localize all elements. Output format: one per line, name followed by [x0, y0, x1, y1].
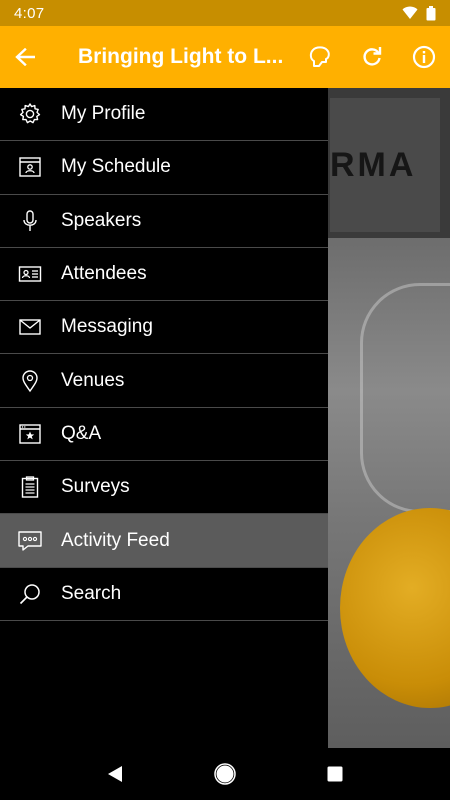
drawer-item-my-schedule[interactable]: My Schedule [0, 141, 328, 195]
nav-back-button[interactable] [85, 748, 145, 800]
drawer-item-surveys[interactable]: Surveys [0, 461, 328, 515]
navigation-drawer: My Profile My Schedule Speakers Attendee… [0, 88, 328, 748]
drawer-item-search[interactable]: Search [0, 568, 328, 621]
drawer-item-label: My Schedule [61, 156, 171, 178]
back-triangle-icon [108, 766, 122, 782]
drawer-item-messaging[interactable]: Messaging [0, 301, 328, 355]
feedback-button[interactable] [294, 26, 346, 88]
wifi-icon [402, 6, 418, 19]
home-circle-icon [214, 763, 236, 785]
nav-home-button[interactable] [195, 748, 255, 800]
status-icons [402, 5, 436, 21]
chat-bubble-icon [0, 514, 60, 567]
drawer-item-attendees[interactable]: Attendees [0, 248, 328, 302]
drawer-item-qa[interactable]: Q&A [0, 407, 328, 462]
back-button[interactable] [0, 26, 50, 88]
drawer-item-label: Surveys [61, 476, 130, 498]
id-card-icon [0, 248, 60, 301]
drawer-item-label: Attendees [61, 263, 147, 285]
drawer-item-label: Messaging [61, 316, 153, 338]
drawer-item-venues[interactable]: Venues [0, 354, 328, 408]
gear-icon [0, 88, 60, 141]
refresh-button[interactable] [346, 26, 398, 88]
status-bar: 4:07 [0, 0, 450, 26]
banner-text: RMA [330, 146, 417, 184]
microphone-icon [0, 194, 60, 247]
system-nav-bar [0, 748, 450, 800]
refresh-icon [363, 47, 382, 66]
drawer-item-label: Q&A [61, 422, 102, 444]
drawer-item-speakers[interactable]: Speakers [0, 195, 328, 248]
drawer-item-label: My Profile [61, 103, 146, 125]
drawer-item-label: Activity Feed [61, 529, 170, 551]
status-time: 4:07 [14, 4, 45, 22]
drawer-item-label: Venues [61, 369, 125, 391]
app-bar: Bringing Light to L... [0, 26, 450, 88]
calendar-person-icon [0, 141, 60, 194]
envelope-icon [0, 301, 60, 354]
drawer-item-label: Search [61, 582, 122, 604]
clipboard-icon [0, 461, 60, 514]
drawer-item-activity-feed[interactable]: Activity Feed [0, 514, 328, 568]
drawer-item-label: Speakers [61, 209, 142, 231]
nav-recents-button[interactable] [305, 748, 365, 800]
search-icon [0, 567, 60, 620]
photo-glass [360, 283, 450, 513]
recents-square-icon [327, 766, 343, 782]
head-bubble-icon [309, 46, 330, 67]
location-pin-icon [0, 354, 60, 407]
drawer-item-my-profile[interactable]: My Profile [0, 88, 328, 142]
back-arrow-icon [15, 48, 35, 66]
app-actions [294, 26, 450, 88]
info-icon [412, 45, 436, 69]
browser-star-icon [0, 407, 60, 460]
page-title: Bringing Light to L... [78, 45, 284, 68]
battery-icon [426, 5, 436, 20]
info-button[interactable] [398, 26, 450, 88]
